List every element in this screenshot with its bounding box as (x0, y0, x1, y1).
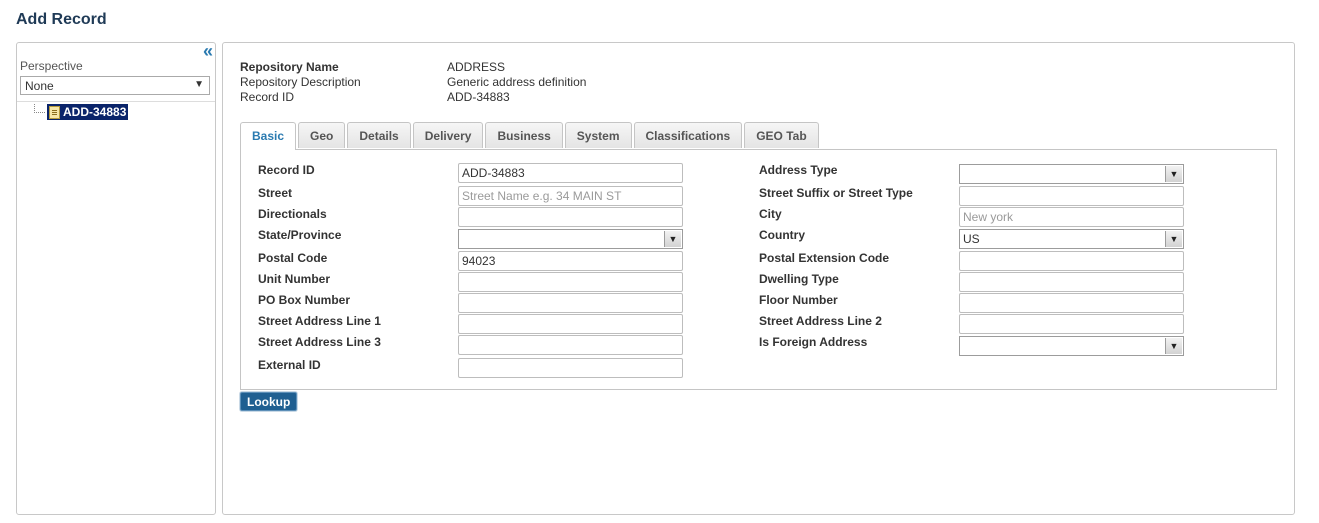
lookup-button[interactable]: Lookup (240, 392, 298, 411)
city-label: City (759, 207, 782, 221)
tab-business[interactable]: Business (485, 122, 563, 148)
unit-number-label: Unit Number (258, 272, 330, 286)
perspective-label: Perspective (20, 59, 83, 73)
tab-geo-tab[interactable]: GEO Tab (744, 122, 819, 148)
meta-value: ADD-34883 (447, 90, 510, 104)
external-id-field[interactable] (458, 358, 683, 378)
tab-bar: Basic Geo Details Delivery Business Syst… (240, 122, 821, 150)
postal-code-label: Postal Code (258, 251, 328, 265)
street-suffix-field[interactable] (959, 186, 1184, 206)
postal-extension-code-label: Postal Extension Code (759, 251, 890, 265)
meta-row: Record ID ADD-34883 (240, 90, 586, 105)
state-province-select[interactable]: ▼ (458, 229, 683, 249)
unit-number-field[interactable] (458, 272, 683, 292)
street-label: Street (258, 186, 293, 200)
tree-connector (34, 103, 45, 113)
dwelling-type-label: Dwelling Type (759, 272, 839, 286)
street-field[interactable] (458, 186, 683, 206)
meta-key: Repository Name (240, 60, 339, 74)
country-label: Country (759, 228, 805, 242)
country-value: US (963, 232, 980, 246)
floor-number-field[interactable] (959, 293, 1184, 313)
tree-item-selected[interactable]: ADD-34883 (47, 104, 129, 120)
po-box-number-field[interactable] (458, 293, 683, 313)
record-icon (49, 105, 60, 119)
state-province-label: State/Province (258, 228, 342, 242)
dropdown-arrow-icon: ▼ (1165, 338, 1182, 354)
meta-value: ADDRESS (447, 60, 506, 74)
dwelling-type-field[interactable] (959, 272, 1184, 292)
dropdown-arrow-icon: ▼ (194, 79, 204, 90)
tree-node: ADD-34883 (34, 103, 129, 120)
page-title: Add Record (16, 11, 107, 28)
perspective-value: None (25, 79, 54, 93)
street-address-line-1-label: Street Address Line 1 (258, 314, 381, 328)
street-address-line-2-field[interactable] (959, 314, 1184, 334)
street-suffix-label: Street Suffix or Street Type (759, 186, 913, 200)
postal-code-field[interactable] (458, 251, 683, 271)
street-address-line-1-field[interactable] (458, 314, 683, 334)
tab-content-basic: Record ID Street Directionals State/Prov… (240, 149, 1277, 390)
tab-geo[interactable]: Geo (298, 122, 346, 148)
dropdown-arrow-icon: ▼ (1165, 166, 1182, 182)
perspective-select[interactable]: None ▼ (20, 76, 210, 95)
meta-key: Repository Description (240, 75, 361, 89)
directionals-field[interactable] (458, 207, 683, 227)
tab-system[interactable]: System (564, 122, 632, 148)
city-field[interactable] (959, 207, 1184, 227)
tab-basic[interactable]: Basic (240, 122, 297, 150)
street-address-line-3-field[interactable] (458, 335, 683, 355)
address-type-select[interactable]: ▼ (959, 164, 1184, 184)
record-id-field[interactable] (458, 163, 683, 183)
street-address-line-2-label: Street Address Line 2 (759, 314, 882, 328)
tab-delivery[interactable]: Delivery (412, 122, 484, 148)
postal-extension-code-field[interactable] (959, 251, 1184, 271)
record-meta: Repository Name ADDRESS Repository Descr… (240, 60, 586, 105)
is-foreign-address-label: Is Foreign Address (759, 335, 868, 349)
left-panel: « Perspective None ▼ ADD-34883 (16, 42, 216, 515)
meta-row: Repository Name ADDRESS (240, 60, 586, 75)
country-select[interactable]: US ▼ (959, 229, 1184, 249)
dropdown-arrow-icon: ▼ (664, 231, 681, 247)
main-panel: Repository Name ADDRESS Repository Descr… (222, 42, 1295, 515)
dropdown-arrow-icon: ▼ (1165, 231, 1182, 247)
meta-value: Generic address definition (447, 75, 587, 89)
divider (17, 101, 215, 102)
external-id-label: External ID (258, 358, 321, 372)
directionals-label: Directionals (258, 207, 327, 221)
meta-key: Record ID (240, 90, 295, 104)
tab-classifications[interactable]: Classifications (633, 122, 743, 148)
double-chevron-left-icon[interactable]: « (203, 42, 213, 60)
tab-details[interactable]: Details (347, 122, 411, 148)
street-address-line-3-label: Street Address Line 3 (258, 335, 381, 349)
address-type-label: Address Type (759, 163, 838, 177)
tree-item-label: ADD-34883 (63, 105, 127, 119)
record-id-label: Record ID (258, 163, 315, 177)
po-box-number-label: PO Box Number (258, 293, 351, 307)
floor-number-label: Floor Number (759, 293, 838, 307)
is-foreign-address-select[interactable]: ▼ (959, 336, 1184, 356)
meta-row: Repository Description Generic address d… (240, 75, 586, 90)
